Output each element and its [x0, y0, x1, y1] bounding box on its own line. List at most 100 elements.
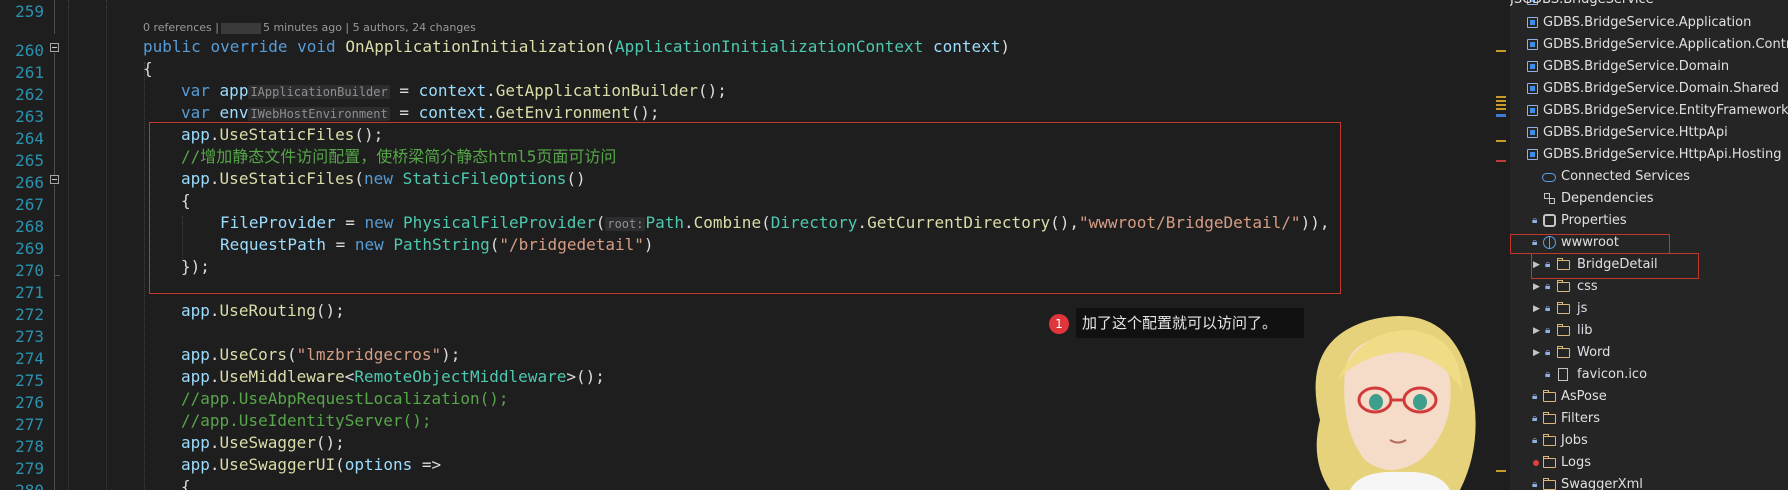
- pending-change-icon: [1533, 460, 1539, 466]
- redacted-author: [220, 22, 261, 34]
- folder-icon: [1543, 390, 1556, 402]
- line-number: 279: [15, 459, 44, 478]
- tree-item-label: css: [1577, 279, 1598, 294]
- line-number: 266: [15, 173, 44, 192]
- dependencies-icon: [1544, 193, 1556, 205]
- line-number: 272: [15, 305, 44, 324]
- inlay-type-hint: IWebHostEnvironment: [248, 107, 390, 121]
- outline-line: [54, 185, 55, 275]
- line-number: 270: [15, 261, 44, 280]
- outline-line: [54, 53, 55, 175]
- expand-arrow-icon[interactable]: ▶: [1533, 342, 1543, 364]
- line-number: 278: [15, 437, 44, 456]
- line-number: 264: [15, 129, 44, 148]
- scroll-marker: [1496, 100, 1506, 102]
- codelens[interactable]: 0 references | 5 minutes ago | 5 authors,…: [143, 21, 476, 34]
- line-number: 277: [15, 415, 44, 434]
- file-icon: [1558, 368, 1568, 381]
- highlight-box-code: [149, 122, 1341, 294]
- tree-item-label: GDBS.BridgeService.Domain: [1543, 59, 1730, 74]
- tree-item-label: GDBS.BridgeService.EntityFrameworkCore: [1543, 103, 1788, 118]
- parameter: context: [932, 37, 1001, 56]
- method-name: GetApplicationBuilder: [495, 81, 699, 100]
- tree-item-label: GDBS.BridgeService.HttpApi: [1543, 125, 1728, 140]
- method-name: UseRouting: [219, 301, 316, 320]
- variable: env: [219, 103, 249, 122]
- project-icon: [1527, 61, 1538, 72]
- collapse-icon[interactable]: [50, 175, 59, 184]
- scroll-error-marker: [1496, 160, 1506, 162]
- indent-guide: [106, 0, 107, 490]
- project-icon: [1527, 83, 1538, 94]
- method-name: UseSwaggerUI: [219, 455, 336, 474]
- line-number: 271: [15, 283, 44, 302]
- line-number: 259: [15, 2, 44, 21]
- expand-arrow-icon[interactable]: ▶: [1533, 298, 1543, 320]
- expand-arrow-icon[interactable]: ▶: [1533, 276, 1543, 298]
- punct: (: [605, 37, 616, 56]
- code-line-274: app.UseCors("lmzbridgecros");: [181, 344, 460, 366]
- code-line-261: {: [143, 59, 153, 78]
- indent-guide: [68, 0, 69, 490]
- folder-icon: [1557, 324, 1570, 336]
- cloud-icon: [1542, 173, 1556, 182]
- lock-icon: 🔒︎: [1532, 391, 1538, 402]
- punct: .: [209, 433, 220, 452]
- line-number: 265: [15, 151, 44, 170]
- tree-item-label: Filters: [1561, 411, 1600, 426]
- codelens-info[interactable]: 5 minutes ago | 5 authors, 24 changes: [263, 21, 476, 34]
- tree-item-label: SwaggerXml: [1561, 477, 1643, 490]
- expand-arrow-icon[interactable]: ▶: [1533, 320, 1543, 342]
- code-line-277: //app.UseIdentityServer();: [181, 411, 432, 430]
- codelens-references[interactable]: 0 references |: [143, 21, 219, 34]
- line-number: 263: [15, 107, 44, 126]
- scroll-marker: [1496, 470, 1506, 472]
- tree-item-label: favicon.ico: [1577, 367, 1648, 382]
- tree-item-label: GDBS.BridgeService.HttpApi.Hosting: [1543, 147, 1782, 162]
- line-number: 261: [15, 63, 44, 82]
- punct: );: [441, 345, 461, 364]
- scroll-marker: [1496, 108, 1506, 110]
- punct: ();: [630, 103, 660, 122]
- project-icon: [1527, 39, 1538, 50]
- method-name: UseCors: [219, 345, 287, 364]
- scroll-marker: [1496, 50, 1506, 52]
- lock-icon: 🔒︎: [1545, 325, 1551, 336]
- inlay-type-hint: IApplicationBuilder: [248, 85, 390, 99]
- tree-item-label: Properties: [1561, 213, 1627, 228]
- indent-guide: [144, 62, 145, 490]
- punct: .: [209, 345, 220, 364]
- punct: ): [1000, 37, 1011, 56]
- tree-item-label: lib: [1577, 323, 1593, 338]
- project-icon: [1527, 17, 1538, 28]
- folder-icon: [1543, 434, 1556, 446]
- punct: .: [486, 103, 496, 122]
- outline-line: [54, 276, 55, 490]
- highlight-box-bridgedetail: [1531, 253, 1699, 279]
- vertical-scrollbar[interactable]: [1492, 0, 1510, 490]
- lock-icon: 🔒︎: [1545, 369, 1551, 380]
- method-name: UseMiddleware: [219, 367, 345, 386]
- variable: context: [418, 103, 487, 122]
- lock-icon: 🔒︎: [1532, 479, 1538, 490]
- lock-icon: 🔒︎: [1532, 215, 1538, 226]
- punct: (: [286, 345, 297, 364]
- punct: .: [486, 81, 496, 100]
- code-editor[interactable]: 259 260 261 262 263 264 265 266 267 268 …: [0, 0, 1492, 490]
- lock-icon: 🔒︎: [1545, 303, 1551, 314]
- tree-item-label: Jobs: [1561, 433, 1588, 448]
- scroll-caret-marker: [1496, 114, 1506, 117]
- line-number: 260: [15, 41, 44, 60]
- line-number: 276: [15, 393, 44, 412]
- code-line-279: app.UseSwaggerUI(options =>: [181, 454, 441, 476]
- lock-icon: 🔒︎: [1532, 413, 1538, 424]
- collapse-icon[interactable]: [50, 43, 59, 52]
- project-icon: [1527, 105, 1538, 116]
- solution-explorer[interactable]: JSGDBS.BridgeService GDBS.BridgeService.…: [1510, 0, 1788, 490]
- method-name: OnApplicationInitialization: [345, 37, 606, 56]
- folder-icon: [1543, 478, 1556, 490]
- punct: =: [389, 81, 419, 100]
- punct: >();: [566, 367, 605, 386]
- punct: =>: [412, 455, 442, 474]
- punct: .: [209, 367, 220, 386]
